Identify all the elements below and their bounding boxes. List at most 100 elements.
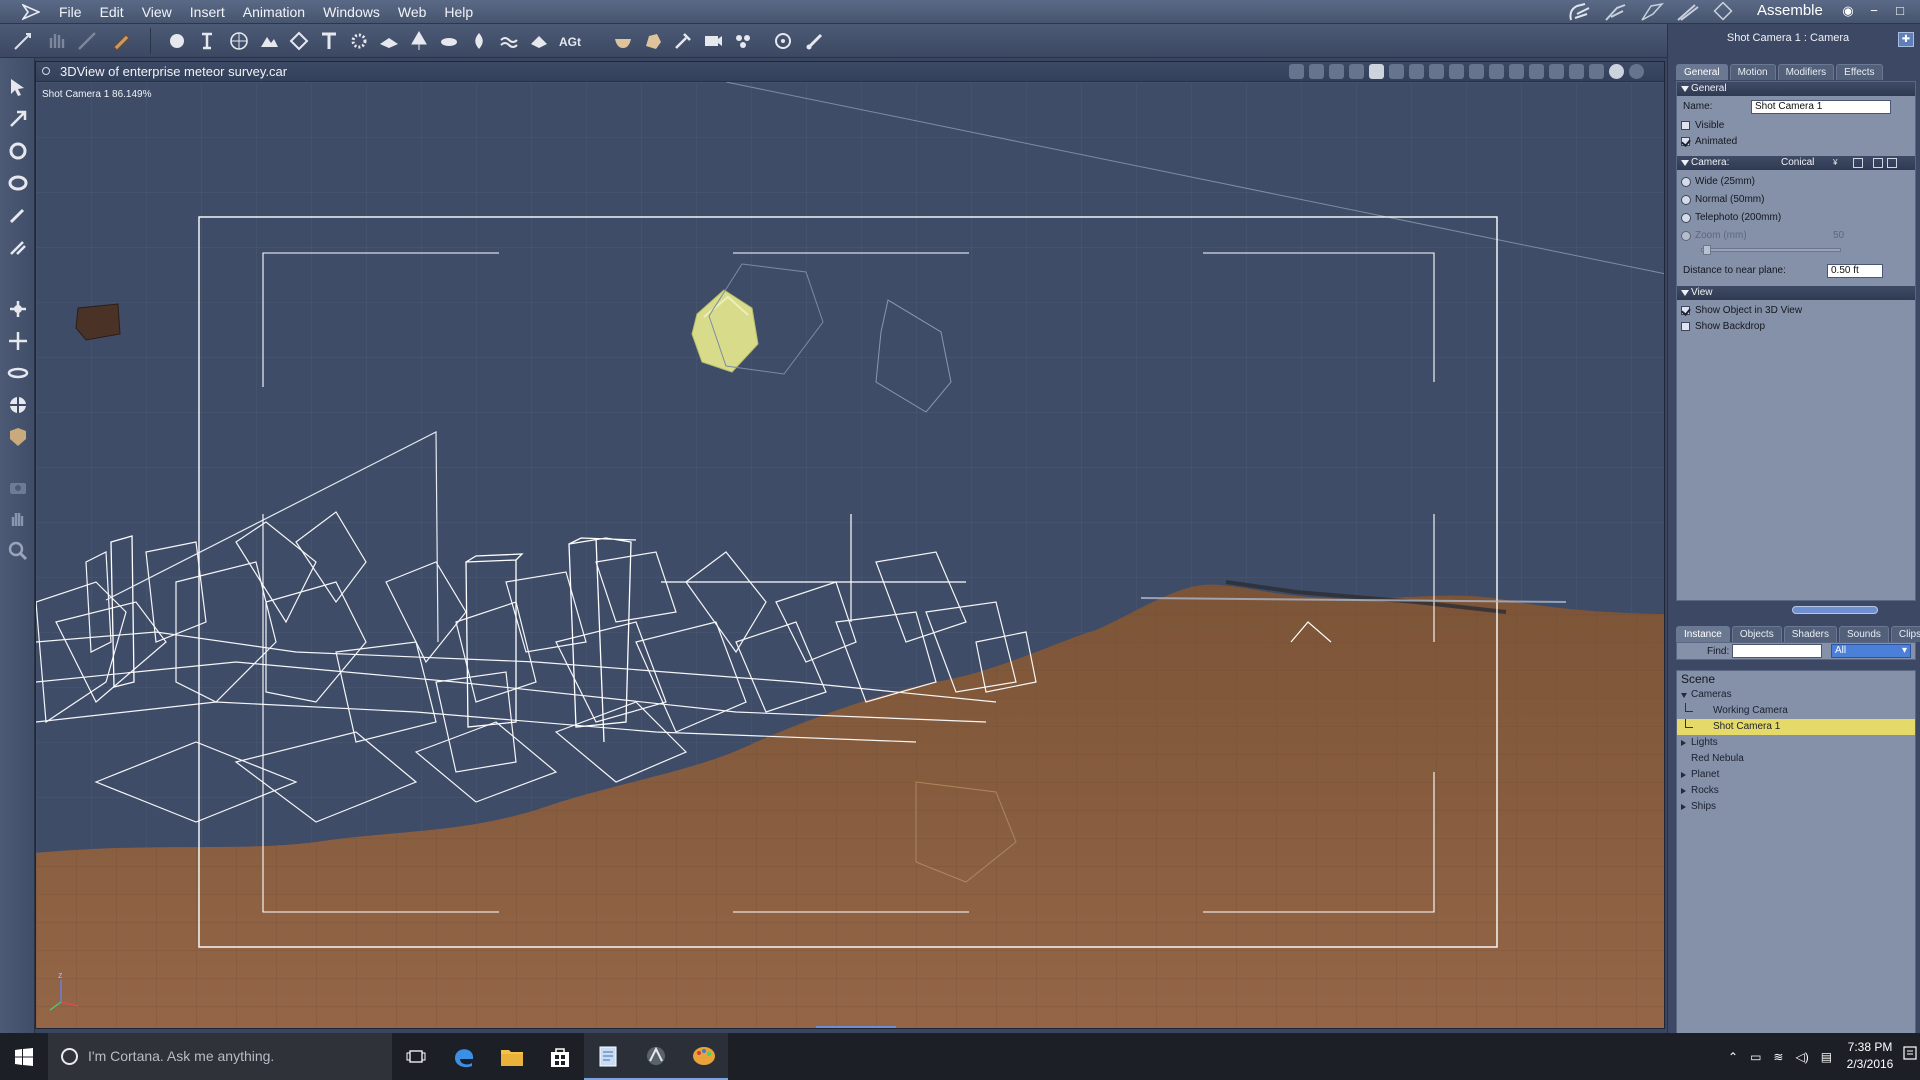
lens-normal-radio[interactable]	[1681, 195, 1691, 205]
four-views-icon[interactable]	[1409, 64, 1424, 79]
pen-tool-icon[interactable]	[12, 30, 34, 52]
pin-panel-icon[interactable]: ✚	[1898, 32, 1914, 47]
two-views-icon[interactable]	[1389, 64, 1404, 79]
frame-icon[interactable]	[1349, 64, 1364, 79]
zoom-icon[interactable]	[7, 540, 29, 562]
minimize-icon[interactable]: −	[1864, 0, 1884, 22]
cloth-room-icon[interactable]	[1673, 1, 1703, 23]
save-preset-icon[interactable]	[1873, 158, 1883, 168]
file-explorer-icon[interactable]	[488, 1033, 536, 1080]
move-tool-icon[interactable]	[7, 108, 29, 130]
grid-views-icon[interactable]	[1449, 64, 1464, 79]
lens-wide-radio[interactable]	[1681, 177, 1691, 187]
expand-right-icon[interactable]	[1681, 772, 1686, 778]
shield-solid-icon[interactable]	[1509, 64, 1524, 79]
insert-primitive-icon[interactable]	[288, 30, 310, 52]
tab-effects[interactable]: Effects	[1836, 64, 1883, 80]
insert-rock-icon[interactable]	[642, 30, 664, 52]
tree-item[interactable]: Red Nebula	[1677, 751, 1915, 767]
shield-alt-display-icon[interactable]	[1489, 64, 1504, 79]
tab-instance[interactable]: Instance	[1676, 626, 1730, 642]
director-view-icon[interactable]	[1329, 64, 1344, 79]
show-backdrop-checkbox[interactable]	[1681, 322, 1690, 331]
tree-item[interactable]: Ships	[1677, 799, 1915, 815]
insert-plane-icon[interactable]	[378, 30, 400, 52]
expand-down-icon[interactable]	[1681, 693, 1687, 701]
insert-figure-icon[interactable]	[196, 30, 218, 52]
camera-type-dropdown[interactable]: Conical	[1781, 156, 1814, 170]
wireframe-icon[interactable]	[1549, 64, 1564, 79]
shield-display-icon[interactable]	[1469, 64, 1484, 79]
menu-insert[interactable]: Insert	[181, 0, 234, 24]
tab-general[interactable]: General	[1676, 64, 1728, 80]
visible-checkbox[interactable]	[1681, 121, 1690, 130]
find-input[interactable]	[1732, 644, 1822, 658]
menu-web[interactable]: Web	[389, 0, 436, 24]
tree-item[interactable]: Shot Camera 1	[1677, 719, 1915, 735]
zoom-slider-track[interactable]	[1701, 248, 1841, 252]
tray-chevron-up-icon[interactable]: ⌃	[1728, 1050, 1738, 1064]
insert-light-icon[interactable]	[672, 30, 694, 52]
zoom-slider-thumb[interactable]	[1703, 245, 1711, 255]
name-field[interactable]: Shot Camera 1	[1751, 100, 1891, 114]
insert-text-icon[interactable]	[318, 30, 340, 52]
scene-root[interactable]: Scene	[1677, 671, 1915, 687]
store-icon[interactable]	[536, 1033, 584, 1080]
action-center-icon[interactable]	[1903, 1045, 1917, 1063]
menu-view[interactable]: View	[133, 0, 181, 24]
insert-globe-icon[interactable]	[228, 30, 250, 52]
menu-windows[interactable]: Windows	[314, 0, 389, 24]
load-preset-icon[interactable]	[1887, 158, 1897, 168]
tree-item[interactable]: Working Camera	[1677, 703, 1915, 719]
material-room-icon[interactable]	[1709, 1, 1739, 23]
edge-icon[interactable]	[440, 1033, 488, 1080]
tab-objects[interactable]: Objects	[1731, 626, 1782, 642]
taskbar-clock[interactable]: 7:38 PM 2/3/2016	[1840, 1039, 1900, 1073]
gouraud-shading-icon[interactable]	[1589, 64, 1604, 79]
panel-splitter[interactable]	[1792, 606, 1878, 614]
notepad-icon[interactable]	[584, 1033, 632, 1080]
message-icon[interactable]: ▤	[1821, 1050, 1832, 1064]
battery-icon[interactable]: ▭	[1750, 1050, 1761, 1064]
track-icon[interactable]	[7, 362, 29, 384]
textured-shading-icon[interactable]	[1609, 64, 1624, 79]
expand-right-icon[interactable]	[1681, 804, 1686, 810]
single-view-icon[interactable]	[1369, 64, 1384, 79]
dolly-icon[interactable]	[7, 298, 29, 320]
insert-tree-icon[interactable]	[408, 30, 430, 52]
select-arrow-icon[interactable]	[7, 76, 29, 98]
brush-icon[interactable]	[76, 30, 98, 52]
insert-bowl-icon[interactable]	[612, 30, 634, 52]
tab-sounds[interactable]: Sounds	[1838, 626, 1889, 642]
wifi-icon[interactable]: ≋	[1773, 1050, 1783, 1064]
volume-icon[interactable]: ◁)	[1795, 1050, 1808, 1064]
section-camera[interactable]: Camera: Conical ¥	[1677, 156, 1915, 170]
pan-icon[interactable]	[7, 330, 29, 352]
paint-icon[interactable]	[680, 1033, 728, 1080]
orbit-icon[interactable]	[7, 394, 29, 416]
tree-item[interactable]: Cameras	[1677, 687, 1915, 703]
tab-shaders[interactable]: Shaders	[1783, 626, 1837, 642]
insert-bone-icon[interactable]	[804, 30, 826, 52]
hand-room-icon[interactable]	[1565, 1, 1595, 23]
insert-atmosphere-icon[interactable]	[528, 30, 550, 52]
insert-cloud-icon[interactable]	[438, 30, 460, 52]
expand-right-icon[interactable]	[1681, 740, 1686, 746]
tree-item[interactable]: Rocks	[1677, 783, 1915, 799]
near-plane-field[interactable]: 0.50 ft	[1827, 264, 1883, 278]
preview-shading-icon[interactable]	[1629, 64, 1644, 79]
hair-room-icon[interactable]	[1637, 1, 1667, 23]
face-room-icon[interactable]	[1601, 1, 1631, 23]
viewport-menu-icon[interactable]	[42, 67, 50, 75]
rotate-tool-icon[interactable]	[7, 140, 29, 162]
paint-bucket-icon[interactable]	[7, 236, 29, 258]
insert-group-icon[interactable]	[732, 30, 754, 52]
grab-hand-icon[interactable]	[46, 30, 68, 52]
expand-right-icon[interactable]	[1681, 788, 1686, 794]
close-icon[interactable]: ✕	[1916, 0, 1920, 22]
insert-terrain-icon[interactable]	[258, 30, 280, 52]
scale-tool-icon[interactable]	[7, 172, 29, 194]
insert-fire-icon[interactable]	[468, 30, 490, 52]
insert-ocean-icon[interactable]	[498, 30, 520, 52]
maximize-icon[interactable]: □	[1890, 0, 1910, 22]
